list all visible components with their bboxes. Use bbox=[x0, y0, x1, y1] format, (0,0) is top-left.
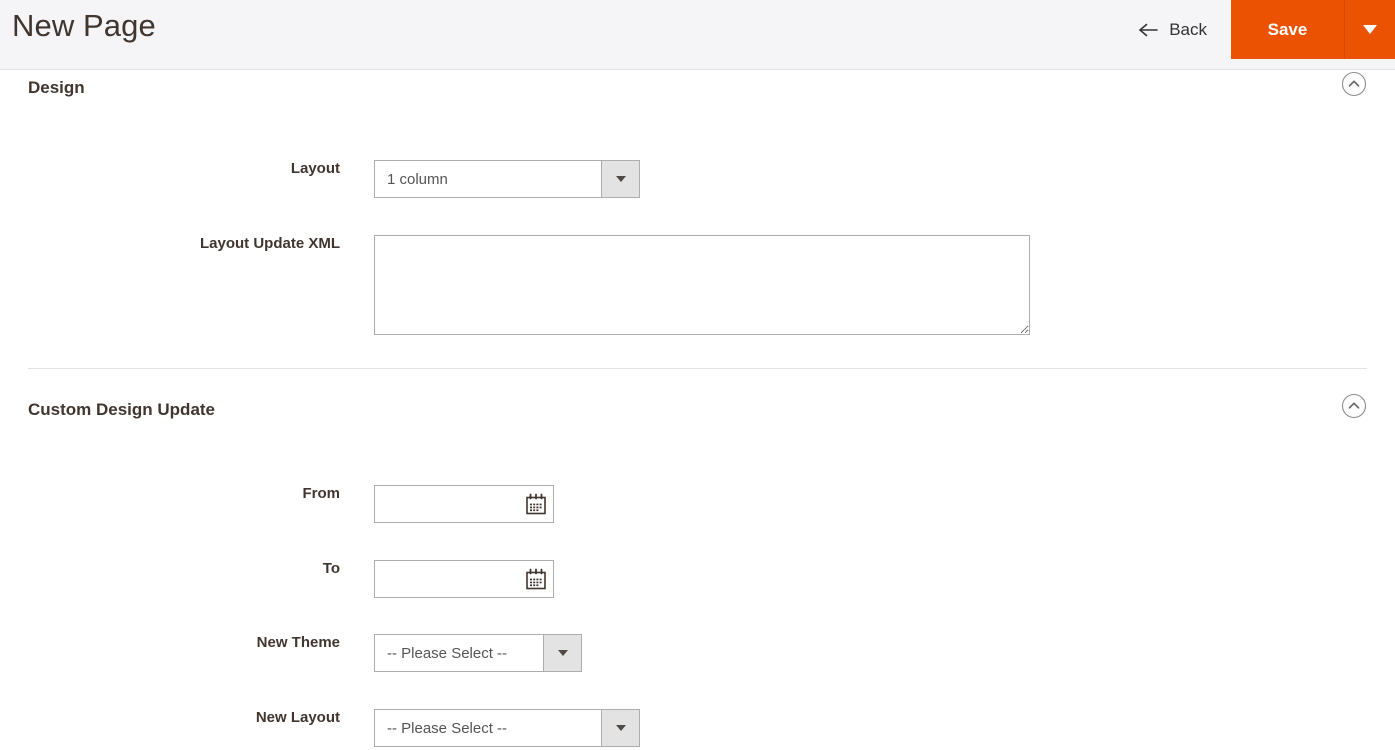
from-calendar-button[interactable] bbox=[523, 491, 549, 517]
calendar-icon bbox=[526, 493, 546, 515]
arrow-left-icon bbox=[1137, 21, 1159, 39]
section-custom-design-update-header[interactable]: Custom Design Update bbox=[0, 393, 1395, 440]
layout-label: Layout bbox=[290, 160, 340, 177]
back-button-label: Back bbox=[1169, 19, 1207, 39]
section-design-title: Design bbox=[28, 78, 85, 97]
to-label: To bbox=[322, 560, 340, 577]
layout-select-value: 1 column bbox=[375, 161, 601, 197]
section-divider bbox=[28, 368, 1367, 369]
section-custom-design-update-title: Custom Design Update bbox=[28, 400, 216, 419]
field-row-new-layout: New Layout -- Please Select -- bbox=[0, 709, 640, 747]
field-row-from: From bbox=[0, 485, 622, 523]
new-layout-label: New Layout bbox=[255, 709, 340, 726]
field-row-to: To bbox=[0, 560, 622, 598]
caret-down-icon bbox=[615, 176, 626, 182]
layout-update-xml-textarea[interactable] bbox=[374, 235, 1030, 335]
to-date-wrap bbox=[374, 560, 622, 598]
field-row-new-theme: New Theme -- Please Select -- bbox=[0, 634, 582, 672]
new-theme-select-value: -- Please Select -- bbox=[375, 635, 543, 671]
caret-down-icon bbox=[1363, 25, 1377, 34]
new-layout-select-arrow[interactable] bbox=[601, 710, 639, 746]
new-theme-control: -- Please Select -- bbox=[374, 634, 582, 672]
section-design-header[interactable]: Design bbox=[0, 71, 1395, 118]
caret-down-icon bbox=[615, 725, 626, 731]
from-label: From bbox=[302, 485, 341, 502]
back-button[interactable]: Back bbox=[1113, 0, 1231, 59]
new-theme-label: New Theme bbox=[256, 634, 340, 651]
field-row-layout: Layout 1 column bbox=[0, 160, 640, 198]
layout-select[interactable]: 1 column bbox=[374, 160, 640, 198]
page-header: New Page Back Save bbox=[0, 0, 1395, 70]
page-title: New Page bbox=[12, 8, 156, 43]
to-calendar-button[interactable] bbox=[523, 566, 549, 592]
save-split-button: Save bbox=[1231, 0, 1395, 59]
layout-update-xml-control bbox=[374, 235, 1030, 340]
new-layout-select[interactable]: -- Please Select -- bbox=[374, 709, 640, 747]
calendar-icon bbox=[526, 568, 546, 590]
to-control bbox=[374, 560, 622, 598]
field-row-layout-update-xml: Layout Update XML bbox=[0, 235, 1030, 340]
section-custom-design-update: Custom Design Update bbox=[0, 393, 1395, 440]
to-date-input[interactable] bbox=[375, 561, 622, 597]
from-date-wrap bbox=[374, 485, 622, 523]
new-layout-control: -- Please Select -- bbox=[374, 709, 640, 747]
page-root: New Page Back Save Design Layout 1 colum… bbox=[0, 0, 1395, 750]
section-design-collapse-toggle[interactable] bbox=[1341, 71, 1367, 97]
from-date-input[interactable] bbox=[375, 486, 622, 522]
layout-update-xml-label: Layout Update XML bbox=[199, 235, 340, 252]
from-control bbox=[374, 485, 622, 523]
section-design: Design bbox=[0, 71, 1395, 118]
header-actions: Back Save bbox=[1113, 0, 1395, 59]
new-theme-select-arrow[interactable] bbox=[543, 635, 581, 671]
new-layout-select-value: -- Please Select -- bbox=[375, 710, 601, 746]
caret-down-icon bbox=[557, 650, 568, 656]
new-theme-select[interactable]: -- Please Select -- bbox=[374, 634, 582, 672]
save-options-toggle[interactable] bbox=[1345, 0, 1395, 59]
layout-select-arrow[interactable] bbox=[601, 161, 639, 197]
save-button[interactable]: Save bbox=[1231, 0, 1345, 59]
layout-control: 1 column bbox=[374, 160, 640, 198]
section-custom-design-update-collapse-toggle[interactable] bbox=[1341, 393, 1367, 419]
